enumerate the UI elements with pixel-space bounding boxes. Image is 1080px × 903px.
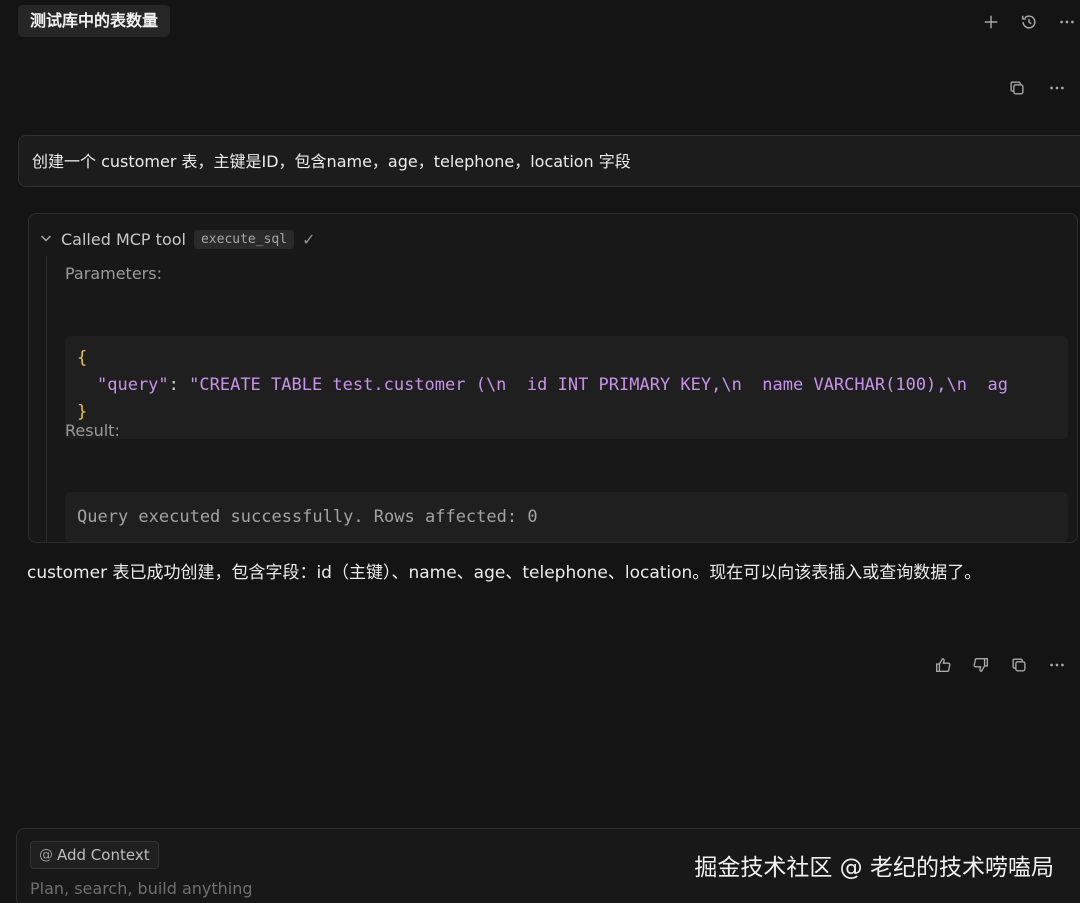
add-context-label: Add Context bbox=[57, 846, 150, 864]
add-context-button[interactable]: @ Add Context bbox=[30, 841, 159, 869]
plus-icon[interactable] bbox=[978, 9, 1004, 35]
watermark: 掘金技术社区 @ 老纪的技术唠嗑局 bbox=[694, 855, 1054, 881]
tool-call-card: Called MCP tool execute_sql ✓ Parameters… bbox=[28, 213, 1078, 543]
more-icon[interactable] bbox=[1054, 9, 1080, 35]
tool-name-badge: execute_sql bbox=[193, 229, 295, 249]
composer-input[interactable] bbox=[30, 879, 630, 898]
assistant-message: customer 表已成功创建，包含字段：id（主键）、name、age、tel… bbox=[27, 563, 982, 583]
copy-icon[interactable] bbox=[1006, 652, 1032, 678]
message-feedback-actions bbox=[930, 652, 1070, 678]
parameters-code-block[interactable]: { "query": "CREATE TABLE test.customer (… bbox=[65, 336, 1068, 439]
message-actions-top bbox=[1004, 75, 1070, 101]
thumbs-down-icon[interactable] bbox=[968, 652, 994, 678]
more-icon[interactable] bbox=[1044, 652, 1070, 678]
tool-call-body: Parameters: { "query": "CREATE TABLE tes… bbox=[46, 256, 1068, 542]
more-icon[interactable] bbox=[1044, 75, 1070, 101]
top-toolbar bbox=[978, 9, 1080, 35]
result-block[interactable]: Query executed successfully. Rows affect… bbox=[65, 492, 1068, 542]
copy-icon[interactable] bbox=[1004, 75, 1030, 101]
at-icon: @ bbox=[39, 847, 53, 863]
code-close-brace: } bbox=[77, 402, 88, 422]
tool-call-label: Called MCP tool bbox=[61, 229, 186, 249]
chevron-down-icon[interactable] bbox=[39, 230, 53, 249]
result-label: Result: bbox=[65, 421, 120, 440]
code-key: "query" bbox=[97, 375, 169, 395]
checkmark-icon: ✓ bbox=[302, 229, 316, 249]
thumbs-up-icon[interactable] bbox=[930, 652, 956, 678]
history-icon[interactable] bbox=[1016, 9, 1042, 35]
code-colon: : bbox=[168, 375, 190, 395]
conversation-tab-title[interactable]: 测试库中的表数量 bbox=[18, 5, 171, 37]
tool-call-header[interactable]: Called MCP tool execute_sql ✓ bbox=[39, 227, 315, 251]
user-message[interactable]: 创建一个 customer 表，主键是ID，包含name，age，telepho… bbox=[18, 135, 1080, 187]
chat-panel: 测试库中的表数量 创建一个 customer 表，主键是ID，包含name，ag… bbox=[0, 0, 1080, 903]
code-open-brace: { bbox=[77, 348, 88, 368]
parameters-label: Parameters: bbox=[65, 264, 162, 283]
code-value: "CREATE TABLE test.customer (\n id INT P… bbox=[189, 375, 1008, 395]
